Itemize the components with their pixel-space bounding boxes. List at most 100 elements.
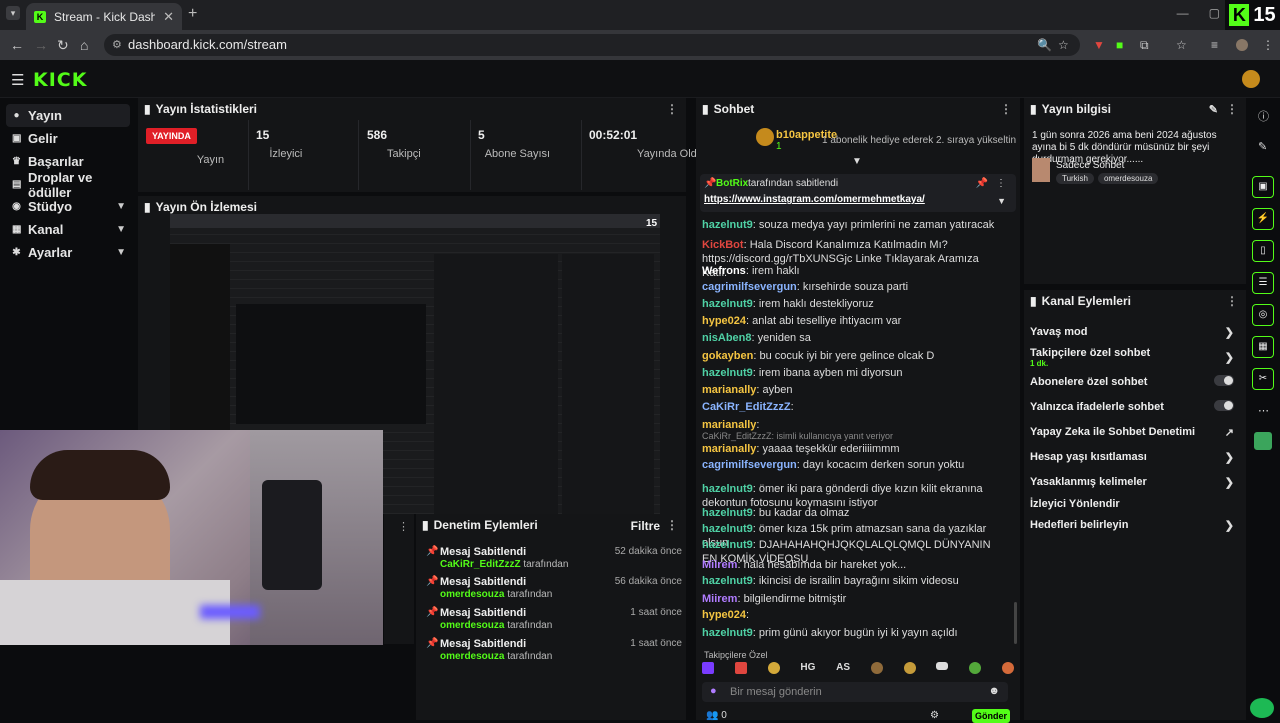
more-icon[interactable]: ⋮ — [398, 520, 409, 533]
rail-calendar-icon[interactable]: ▦ — [1252, 336, 1274, 358]
user-avatar[interactable] — [1242, 70, 1260, 88]
chat-username[interactable]: nisAben8 — [702, 332, 752, 344]
chat-username[interactable]: hazelnut9 — [702, 219, 753, 231]
help-chat-icon[interactable] — [1250, 698, 1274, 718]
reload-icon[interactable]: ↻ — [57, 37, 69, 54]
rail-phone-icon[interactable]: ▯ — [1252, 240, 1274, 262]
chat-username[interactable]: hazelnut9 — [702, 627, 753, 639]
rail-clip-icon[interactable]: ▣ — [1252, 176, 1274, 198]
sidebar-item-studyo[interactable]: ◉ Stüdyo ▼ — [6, 195, 130, 218]
kick-logo[interactable]: KICK — [33, 69, 87, 91]
chat-username[interactable]: marianally — [702, 384, 756, 396]
sidebar-item-ayarlar[interactable]: ✱ Ayarlar ▼ — [6, 241, 130, 264]
chat-username[interactable]: cagrimilfsevergun — [702, 281, 797, 293]
tag[interactable]: omerdesouza — [1097, 173, 1159, 184]
chat-username[interactable]: Wefrons — [702, 265, 746, 277]
bookmark-star-icon[interactable]: ☆ — [1058, 38, 1069, 52]
maximize-icon[interactable]: ▢ — [1209, 6, 1220, 20]
rail-broadcast-icon[interactable]: ◎ — [1252, 304, 1274, 326]
emote-icon[interactable] — [903, 662, 916, 674]
zoom-icon[interactable]: 🔍 — [1037, 38, 1052, 52]
emote-icon[interactable] — [936, 662, 949, 670]
rail-chat-icon[interactable]: ☰ — [1252, 272, 1274, 294]
chevron-down-icon[interactable]: ▼ — [997, 196, 1006, 206]
action-ai-moderation[interactable]: Yapay Zeka ile Sohbet Denetimi ↗ — [1030, 426, 1240, 439]
extensions-icon[interactable]: ⧉ — [1140, 38, 1149, 53]
chat-username[interactable]: hazelnut9 — [702, 507, 753, 519]
collapse-icon[interactable]: ▼ — [852, 156, 862, 167]
chat-username[interactable]: hazelnut9 — [702, 523, 753, 535]
rail-lightning-icon[interactable]: ⚡ — [1252, 208, 1274, 230]
chat-username[interactable]: gokayben — [702, 350, 753, 362]
moderation-user[interactable]: CaKiRr_EditZzzZ — [440, 559, 521, 570]
chat-username[interactable]: KickBot — [702, 239, 744, 251]
minimize-icon[interactable]: — — [1177, 6, 1189, 20]
microphone-icon[interactable]: ● — [710, 685, 717, 697]
home-icon[interactable]: ⌂ — [80, 37, 88, 53]
action-goals[interactable]: Hedefleri belirleyin ❯ — [1030, 519, 1240, 532]
sidebar-item-gelir[interactable]: ▣ Gelir — [6, 127, 130, 150]
close-tab-icon[interactable]: ✕ — [163, 9, 174, 25]
action-account-age[interactable]: Hesap yaşı kısıtlaması ❯ — [1030, 451, 1240, 464]
chat-username[interactable]: marianally — [702, 443, 756, 455]
more-icon[interactable]: ⋮ — [666, 518, 678, 532]
chat-users-icon[interactable]: 👥 0 — [706, 710, 727, 721]
more-icon[interactable]: ⋮ — [996, 178, 1006, 189]
emote-icon[interactable] — [1001, 662, 1014, 674]
more-icon[interactable]: ⋮ — [1226, 294, 1238, 308]
emote-icon[interactable] — [767, 662, 780, 674]
profile-avatar-icon[interactable] — [1236, 39, 1248, 51]
settings-icon[interactable]: ⚙ — [930, 710, 939, 721]
action-banned-words[interactable]: Yasaklanmış kelimeler ❯ — [1030, 476, 1240, 489]
pinned-by-user[interactable]: BotRix — [716, 178, 748, 189]
emote-icon[interactable]: HG — [800, 662, 815, 678]
subscribers-only-toggle[interactable] — [1214, 375, 1234, 386]
chat-username[interactable]: Miirem — [702, 593, 737, 605]
chat-username[interactable]: cagrimilfsevergun — [702, 459, 797, 471]
pencil-icon[interactable]: ✎ — [1258, 140, 1267, 153]
reading-list-icon[interactable]: ≡ — [1211, 38, 1218, 52]
more-icon[interactable]: ⋮ — [666, 102, 678, 116]
tab-list-icon[interactable]: ▾ — [6, 6, 20, 20]
rail-apps-icon[interactable] — [1254, 432, 1272, 450]
emote-icon[interactable] — [734, 662, 747, 674]
emote-icon[interactable] — [969, 662, 982, 674]
chat-username[interactable]: hazelnut9 — [702, 483, 753, 495]
chat-username[interactable]: hazelnut9 — [702, 367, 753, 379]
emoji-icon[interactable]: ☻ — [988, 685, 1000, 697]
menu-icon[interactable]: ☰ — [11, 71, 24, 89]
action-followers-only[interactable]: Takipçilere özel sohbet 1 dk. ❯ — [1030, 347, 1240, 368]
send-button[interactable]: Gönder — [972, 709, 1010, 723]
more-icon[interactable]: ⋮ — [1000, 102, 1012, 116]
emote-icon[interactable] — [870, 662, 883, 674]
chat-username[interactable]: hype024 — [702, 315, 746, 327]
forward-icon[interactable]: → — [34, 37, 48, 53]
bookmarks-icon[interactable]: ☆ — [1176, 38, 1187, 52]
address-bar[interactable]: ⚙ dashboard.kick.com/stream — [104, 34, 1080, 56]
pinned-link[interactable]: https://www.instagram.com/omermehmetkaya… — [704, 194, 925, 205]
chat-input[interactable]: ● Bir mesaj gönderin ☻ — [702, 682, 1008, 702]
info-icon[interactable]: ⓘ — [1258, 108, 1269, 124]
action-raid[interactable]: İzleyici Yönlendir — [1030, 498, 1240, 510]
chat-username[interactable]: hype024 — [702, 609, 746, 621]
emote-icon[interactable] — [702, 662, 714, 674]
tag[interactable]: Turkish — [1056, 173, 1094, 184]
chat-username[interactable]: hazelnut9 — [702, 539, 753, 551]
back-icon[interactable]: ← — [10, 37, 24, 53]
rail-share-icon[interactable]: ⋯ — [1258, 404, 1269, 417]
chat-scrollbar[interactable] — [1014, 602, 1017, 644]
edit-icon[interactable]: ✎ — [1209, 103, 1218, 116]
more-icon[interactable]: ⋮ — [1226, 102, 1238, 116]
action-slow-mode[interactable]: Yavaş mod ❯ — [1030, 326, 1240, 339]
moderation-user[interactable]: omerdesouza — [440, 651, 504, 662]
browser-menu-icon[interactable]: ⋮ — [1262, 38, 1274, 52]
filter-button[interactable]: Filtre — [631, 519, 660, 533]
sidebar-item-kanal[interactable]: ▦ Kanal ▼ — [6, 218, 130, 241]
emotes-only-toggle[interactable] — [1214, 400, 1234, 411]
chat-username[interactable]: hazelnut9 — [702, 298, 753, 310]
new-tab-icon[interactable]: + — [188, 5, 197, 23]
extension-kick-icon[interactable]: ■ — [1116, 38, 1123, 52]
chat-username[interactable]: CaKiRr_EditZzzZ — [702, 401, 791, 413]
chat-username[interactable]: Miirem — [702, 559, 737, 571]
browser-tab[interactable]: K Stream - Kick Dashboard ✕ — [26, 3, 182, 30]
